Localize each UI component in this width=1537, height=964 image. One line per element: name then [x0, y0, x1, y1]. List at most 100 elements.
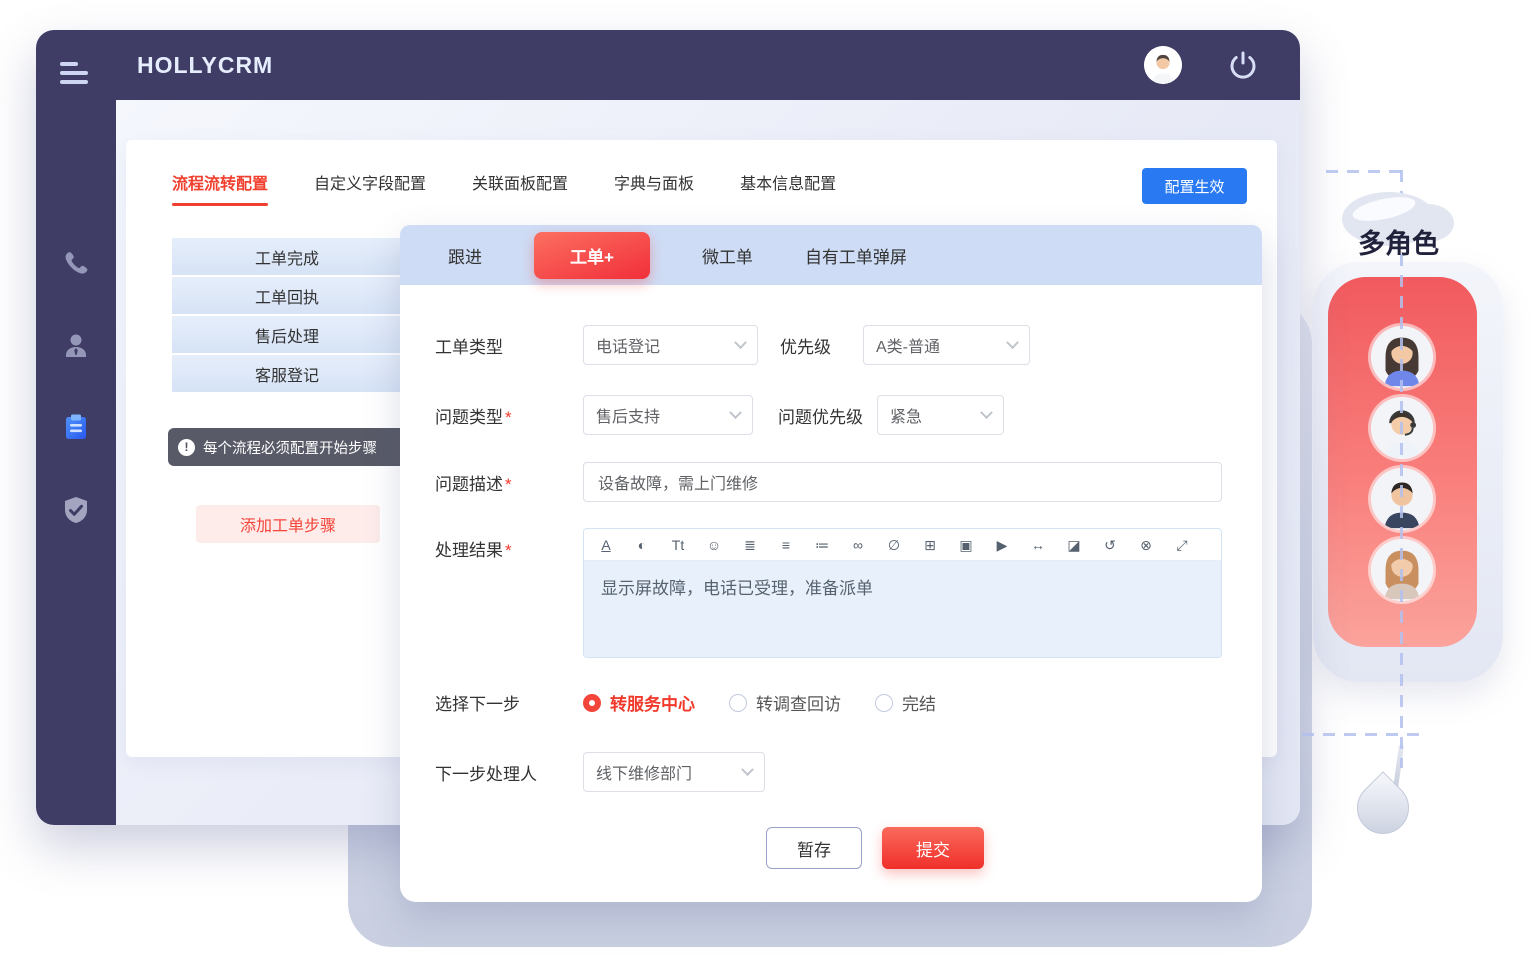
workflow-step-item-4[interactable]: 客服登记	[172, 355, 402, 392]
indent-icon[interactable]: ≣	[732, 529, 768, 561]
text-format-icon[interactable]: A	[588, 529, 624, 561]
next-step-radio-1[interactable]: 转服务中心	[583, 690, 695, 715]
order-type-row: 工单类型 电话登记 优先级 A类-普通	[435, 325, 1222, 365]
dashed-guide-horizontal-top	[1326, 170, 1403, 173]
config-tabs: 流程流转配置 自定义字段配置 关联面板配置 字典与面板 基本信息配置	[172, 170, 836, 206]
table-icon[interactable]: ⊞	[912, 529, 948, 561]
exclamation-icon: !	[178, 439, 195, 456]
priority-select[interactable]: A类-普通	[863, 325, 1030, 365]
issue-priority-select[interactable]: 紧急	[877, 395, 1004, 435]
modal-tabs: 跟进 工单+ 微工单 自有工单弹屏	[400, 225, 1262, 285]
next-step-label: 选择下一步	[435, 690, 583, 715]
result-label: 处理结果*	[435, 528, 583, 561]
add-step-button[interactable]: 添加工单步骤	[196, 505, 380, 543]
bullet-list-icon[interactable]: ≔	[804, 529, 840, 561]
radio-label: 完结	[902, 690, 936, 715]
required-star: *	[505, 541, 512, 560]
warning-text: 每个流程必须配置开始步骤	[203, 437, 377, 458]
chevron-down-icon	[729, 406, 742, 419]
workflow-step-item-2[interactable]: 工单回执	[172, 277, 402, 314]
undo-icon[interactable]: ↺	[1092, 529, 1128, 561]
modal-tab-2[interactable]: 工单+	[534, 232, 650, 279]
config-tab-4[interactable]: 字典与面板	[614, 170, 694, 206]
link-remove-icon[interactable]: ∅	[876, 529, 912, 561]
workflow-step-item-1[interactable]: 工单完成	[172, 238, 402, 275]
next-step-radio-3[interactable]: 完结	[875, 690, 936, 715]
image-icon[interactable]: ▣	[948, 529, 984, 561]
issue-desc-row: 问题描述*	[435, 462, 1222, 502]
chevron-down-icon	[741, 763, 754, 776]
shield-check-icon[interactable]	[60, 494, 92, 526]
dashed-guide-horizontal-bottom	[1302, 733, 1420, 736]
brand-logo: HOLLYCRM	[137, 52, 273, 79]
result-row: 处理结果* A◐Tt☺≣≡≔∞∅⊞▣▶↔◪↺⊗⤢ 显示屏故障，电话已受理，准备派…	[435, 528, 1222, 658]
next-handler-label: 下一步处理人	[435, 760, 583, 785]
next-handler-select[interactable]: 线下维修部门	[583, 752, 765, 792]
modal-tab-1[interactable]: 跟进	[448, 243, 482, 268]
config-tab-3[interactable]: 关联面板配置	[472, 170, 568, 206]
fullscreen-icon[interactable]: ⤢	[1164, 529, 1200, 561]
next-step-radio-2[interactable]: 转调查回访	[729, 690, 841, 715]
multi-role-title: 多角色	[1358, 222, 1439, 261]
emoji-icon[interactable]: ☺	[696, 529, 732, 561]
config-tab-5[interactable]: 基本信息配置	[740, 170, 836, 206]
next-step-row: 选择下一步 转服务中心 转调查回访 完结	[435, 690, 1222, 715]
person-icon[interactable]	[60, 330, 92, 362]
issue-type-select[interactable]: 售后支持	[583, 395, 753, 435]
required-star: *	[505, 408, 512, 427]
menu-icon[interactable]	[60, 62, 88, 84]
issue-type-row: 问题类型* 售后支持 问题优先级 紧急	[435, 395, 1222, 435]
editor-body[interactable]: 显示屏故障，电话已受理，准备派单	[584, 561, 1221, 657]
issue-desc-input[interactable]	[583, 462, 1222, 502]
align-left-icon[interactable]: ≡	[768, 529, 804, 561]
next-handler-value: 线下维修部门	[596, 760, 692, 784]
editor-toolbar: A◐Tt☺≣≡≔∞∅⊞▣▶↔◪↺⊗⤢	[584, 529, 1221, 561]
priority-label: 优先级	[780, 333, 831, 358]
required-star: *	[505, 475, 512, 494]
apply-config-button[interactable]: 配置生效	[1142, 168, 1247, 204]
priority-value: A类-普通	[876, 333, 940, 357]
modal-buttons: 暂存 提交	[766, 827, 984, 869]
issue-type-label: 问题类型*	[435, 403, 583, 428]
order-type-label: 工单类型	[435, 333, 583, 358]
rich-text-editor: A◐Tt☺≣≡≔∞∅⊞▣▶↔◪↺⊗⤢ 显示屏故障，电话已受理，准备派单	[583, 528, 1222, 658]
radio-icon	[875, 694, 893, 712]
workflow-step-item-3[interactable]: 售后处理	[172, 316, 402, 353]
chevron-down-icon	[980, 406, 993, 419]
sidebar	[36, 100, 116, 825]
screen: 多角色 HOLLYCRM	[0, 0, 1537, 964]
issue-priority-value: 紧急	[890, 403, 922, 427]
radio-icon	[583, 694, 601, 712]
phone-icon[interactable]	[60, 248, 92, 280]
font-size-icon[interactable]: Tt	[660, 529, 696, 561]
radio-label: 转服务中心	[610, 690, 695, 715]
issue-desc-label: 问题描述*	[435, 470, 583, 495]
user-avatar[interactable]	[1144, 46, 1182, 84]
config-tab-1[interactable]: 流程流转配置	[172, 170, 268, 206]
next-handler-row: 下一步处理人 线下维修部门	[435, 752, 1222, 792]
radio-icon	[729, 694, 747, 712]
submit-button[interactable]: 提交	[882, 827, 984, 869]
modal-tab-3[interactable]: 微工单	[702, 243, 753, 268]
work-order-modal: 跟进 工单+ 微工单 自有工单弹屏 工单类型 电话登记 优先级 A类-普通 问题类型*…	[400, 225, 1262, 902]
order-type-select[interactable]: 电话登记	[583, 325, 758, 365]
modal-tab-4[interactable]: 自有工单弹屏	[805, 243, 907, 268]
clipboard-icon[interactable]	[60, 411, 92, 443]
topbar: HOLLYCRM	[36, 30, 1300, 100]
order-type-value: 电话登记	[596, 333, 660, 357]
video-icon[interactable]: ▶	[984, 529, 1020, 561]
chevron-down-icon	[1006, 336, 1019, 349]
issue-type-value: 售后支持	[596, 403, 660, 427]
radio-label: 转调查回访	[756, 690, 841, 715]
drop-decoration	[1346, 771, 1420, 845]
power-icon[interactable]	[1226, 48, 1260, 82]
issue-priority-label: 问题优先级	[778, 403, 863, 428]
horizontal-rule-icon[interactable]: ↔	[1020, 529, 1056, 561]
eraser-icon[interactable]: ◪	[1056, 529, 1092, 561]
link-add-icon[interactable]: ∞	[840, 529, 876, 561]
next-step-options: 转服务中心 转调查回访 完结	[583, 690, 970, 715]
delete-icon[interactable]: ⊗	[1128, 529, 1164, 561]
color-palette-icon[interactable]: ◐	[624, 529, 660, 561]
save-draft-button[interactable]: 暂存	[766, 827, 862, 869]
config-tab-2[interactable]: 自定义字段配置	[314, 170, 426, 206]
